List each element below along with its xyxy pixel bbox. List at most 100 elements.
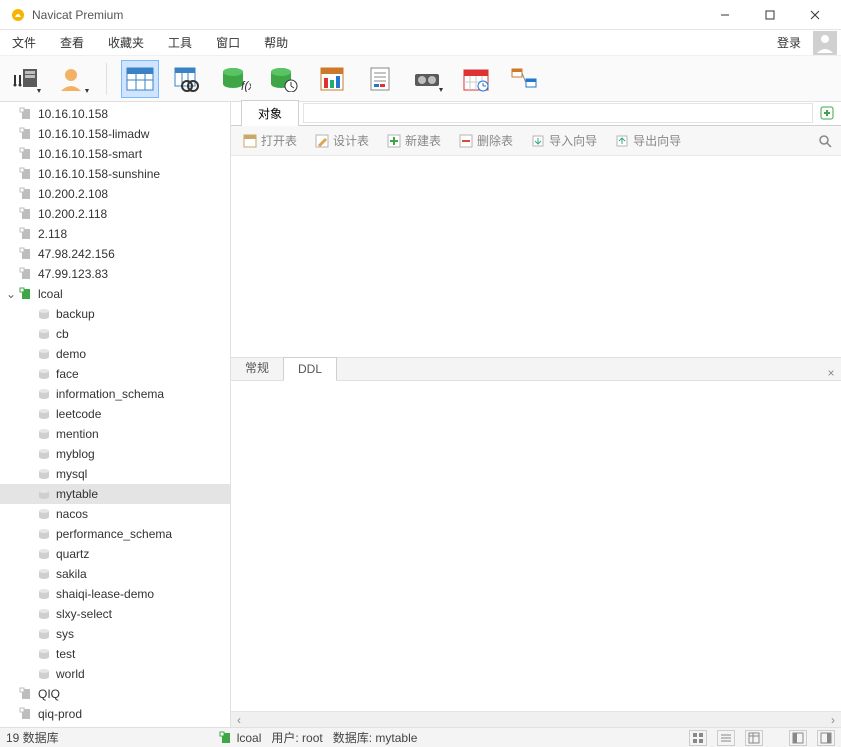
delete-table-button[interactable]: 删除表	[453, 130, 519, 151]
database-sys[interactable]: sys	[0, 624, 230, 644]
horizontal-scrollbar[interactable]: ‹ ›	[231, 711, 841, 727]
menu-view[interactable]: 查看	[48, 30, 96, 55]
tree-node-label: mysql	[56, 467, 87, 481]
database-demo[interactable]: demo	[0, 344, 230, 364]
tree-node-label: 47.99.123.83	[38, 267, 108, 281]
menu-favorites[interactable]: 收藏夹	[96, 30, 156, 55]
tree-node-label: test	[56, 647, 75, 661]
tree-node-label: slxy-select	[56, 607, 112, 621]
import-wizard-label: 导入向导	[549, 132, 597, 149]
tree-node-icon	[18, 186, 34, 202]
connection-10.16.10.158-smart[interactable]: 10.16.10.158-smart	[0, 144, 230, 164]
connection-tree[interactable]: 10.16.10.15810.16.10.158-limadw10.16.10.…	[0, 102, 231, 727]
connection-10.200.2.108[interactable]: 10.200.2.108	[0, 184, 230, 204]
design-table-button[interactable]: 设计表	[309, 130, 375, 151]
maximize-button[interactable]	[747, 0, 792, 29]
status-bar: 19 数据库 lcoal 用户: root 数据库: mytable	[0, 727, 841, 747]
tree-node-icon	[36, 306, 52, 322]
database-quartz[interactable]: quartz	[0, 544, 230, 564]
menu-tools[interactable]: 工具	[156, 30, 204, 55]
connection-lcoal[interactable]: ⌄ lcoal	[0, 284, 230, 304]
scroll-right-icon[interactable]: ›	[825, 713, 841, 727]
tab-general[interactable]: 常规	[231, 355, 283, 380]
database-mysql[interactable]: mysql	[0, 464, 230, 484]
export-wizard-label: 导出向导	[633, 132, 681, 149]
database-mytable[interactable]: mytable	[0, 484, 230, 504]
database-world[interactable]: world	[0, 664, 230, 684]
connection-47.98.242.156[interactable]: 47.98.242.156	[0, 244, 230, 264]
scroll-track[interactable]	[247, 713, 825, 727]
backup-button[interactable]	[409, 60, 447, 98]
database-performance_schema[interactable]: performance_schema	[0, 524, 230, 544]
scroll-left-icon[interactable]: ‹	[231, 713, 247, 727]
function-button[interactable]: f(x)	[217, 60, 255, 98]
tree-node-label: 10.200.2.118	[38, 207, 107, 221]
view-large-icons-button[interactable]	[689, 730, 707, 746]
view-details-button[interactable]	[745, 730, 763, 746]
connection-2.118[interactable]: 2.118	[0, 224, 230, 244]
view-list-button[interactable]	[717, 730, 735, 746]
menu-file[interactable]: 文件	[0, 30, 48, 55]
avatar-icon[interactable]	[813, 31, 837, 55]
tree-node-icon	[36, 526, 52, 542]
tree-twisty-icon[interactable]: ⌄	[4, 287, 18, 301]
minimize-button[interactable]	[702, 0, 747, 29]
object-tab-row: 对象	[231, 102, 841, 126]
tree-node-label: lcoal	[38, 287, 63, 301]
tree-node-icon	[36, 486, 52, 502]
login-link[interactable]: 登录	[769, 30, 809, 55]
svg-text:f(x): f(x)	[241, 79, 251, 92]
panel-close-icon[interactable]: ×	[821, 366, 841, 380]
view-button[interactable]	[169, 60, 207, 98]
connection-button[interactable]	[6, 60, 44, 98]
database-shaiqi-lease-demo[interactable]: shaiqi-lease-demo	[0, 584, 230, 604]
import-wizard-button[interactable]: 导入向导	[525, 130, 603, 151]
menu-help[interactable]: 帮助	[252, 30, 300, 55]
connection-qiq-prod[interactable]: qiq-prod	[0, 704, 230, 724]
connection-10.16.10.158-sunshine[interactable]: 10.16.10.158-sunshine	[0, 164, 230, 184]
tree-node-label: 10.16.10.158-sunshine	[38, 167, 160, 181]
connection-10.16.10.158[interactable]: 10.16.10.158	[0, 104, 230, 124]
tab-ddl[interactable]: DDL	[283, 357, 337, 381]
database-nacos[interactable]: nacos	[0, 504, 230, 524]
new-tab-button[interactable]	[817, 103, 837, 123]
toggle-left-panel-button[interactable]	[789, 730, 807, 746]
tree-node-icon	[18, 266, 34, 282]
tree-node-icon	[18, 166, 34, 182]
database-test[interactable]: test	[0, 644, 230, 664]
database-face[interactable]: face	[0, 364, 230, 384]
open-table-button[interactable]: 打开表	[237, 130, 303, 151]
schedule-button[interactable]	[457, 60, 495, 98]
new-table-label: 新建表	[405, 132, 441, 149]
menu-window[interactable]: 窗口	[204, 30, 252, 55]
event-button[interactable]	[265, 60, 303, 98]
connection-47.99.123.83[interactable]: 47.99.123.83	[0, 264, 230, 284]
report-button[interactable]	[361, 60, 399, 98]
table-button[interactable]	[121, 60, 159, 98]
export-wizard-button[interactable]: 导出向导	[609, 130, 687, 151]
tab-objects[interactable]: 对象	[241, 100, 299, 126]
database-cb[interactable]: cb	[0, 324, 230, 344]
database-myblog[interactable]: myblog	[0, 444, 230, 464]
user-button[interactable]	[54, 60, 92, 98]
database-backup[interactable]: backup	[0, 304, 230, 324]
toggle-right-panel-button[interactable]	[817, 730, 835, 746]
database-information_schema[interactable]: information_schema	[0, 384, 230, 404]
tree-node-icon	[36, 626, 52, 642]
database-leetcode[interactable]: leetcode	[0, 404, 230, 424]
database-sakila[interactable]: sakila	[0, 564, 230, 584]
tree-node-label: leetcode	[56, 407, 101, 421]
connection-10.200.2.118[interactable]: 10.200.2.118	[0, 204, 230, 224]
connection-QIQ[interactable]: QIQ	[0, 684, 230, 704]
close-button[interactable]	[792, 0, 837, 29]
connection-10.16.10.158-limadw[interactable]: 10.16.10.158-limadw	[0, 124, 230, 144]
tree-node-icon	[36, 466, 52, 482]
database-mention[interactable]: mention	[0, 424, 230, 444]
address-bar[interactable]	[303, 103, 813, 123]
model-button[interactable]	[505, 60, 543, 98]
query-button[interactable]	[313, 60, 351, 98]
database-slxy-select[interactable]: slxy-select	[0, 604, 230, 624]
tree-node-label: cb	[56, 327, 69, 341]
new-table-button[interactable]: 新建表	[381, 130, 447, 151]
search-icon[interactable]	[815, 131, 835, 151]
